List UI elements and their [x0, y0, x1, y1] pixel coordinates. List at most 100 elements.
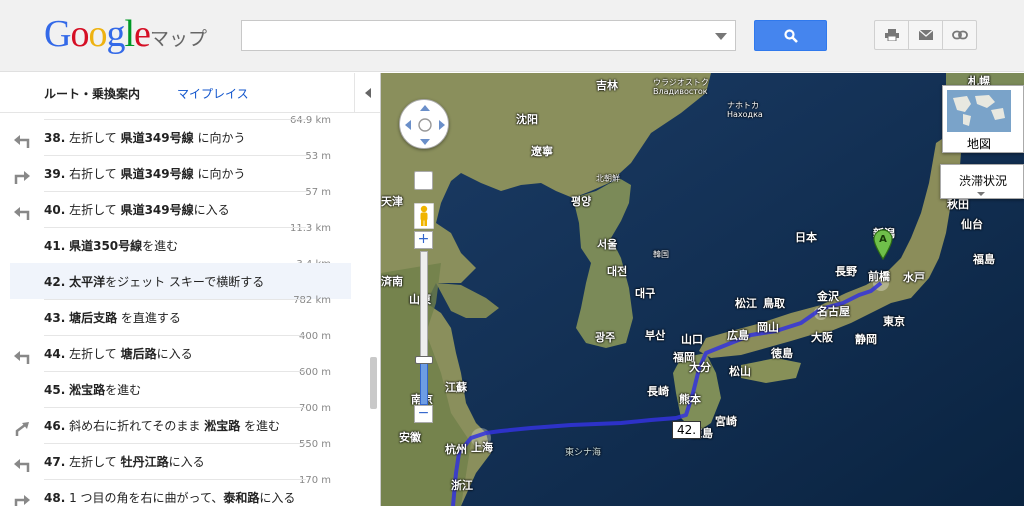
direction-step[interactable]: 38. 左折して 県道349号線 に向かう [0, 119, 351, 155]
map-place-label: 韓国 [653, 250, 669, 259]
step-bold: 県道349号線 [120, 131, 194, 145]
step-num: 38. [44, 131, 66, 145]
direction-step[interactable]: 42. 太平洋をジェット スキーで横断する [10, 263, 351, 299]
pan-control[interactable] [399, 99, 449, 149]
scrollbar-thumb[interactable] [370, 357, 377, 409]
step-post: に入る [259, 491, 296, 505]
map-place-label: 岡山 [757, 321, 779, 334]
map-place-label: 長崎 [647, 385, 669, 398]
direction-step[interactable]: 39. 右折して 県道349号線 に向かう [0, 155, 351, 191]
step-bold: 淞宝路 [69, 383, 106, 397]
step-num: 45. [44, 383, 66, 397]
map-type-control[interactable]: 地図 [942, 85, 1024, 153]
search-box[interactable] [241, 20, 736, 51]
step-pre: 左折して [69, 347, 121, 361]
tab-directions[interactable]: ルート・乗換案内 [44, 85, 140, 102]
marker-label: A [879, 234, 887, 245]
step-post: に向かう [193, 167, 246, 181]
direction-step[interactable]: 41. 県道350号線を進む [0, 227, 351, 263]
map-place-label: 名古屋 [817, 305, 850, 318]
map-place-label: 대전 [607, 265, 628, 278]
direction-step[interactable]: 47. 左折して 牡丹江路に入る [0, 443, 351, 479]
step-post: を進む [240, 419, 281, 433]
traffic-toggle[interactable]: 渋滞状況 [940, 164, 1024, 199]
step-bold: 塘后支路 [69, 311, 118, 325]
search-button[interactable] [754, 20, 827, 51]
link-button[interactable] [942, 20, 977, 50]
tab-my-places[interactable]: マイプレイス [177, 85, 249, 102]
pan-arrows-icon [405, 105, 445, 145]
logo-letter: e [134, 13, 151, 55]
step-bold: 泰和路 [223, 491, 260, 505]
map-place-label: 水戸 [903, 271, 925, 284]
print-button[interactable] [874, 20, 909, 50]
step-pre: 左折して [69, 131, 121, 145]
step-bold: 県道349号線 [120, 167, 194, 181]
mail-button[interactable] [908, 20, 943, 50]
reset-view-button[interactable] [414, 171, 433, 190]
map-place-label: 上海 [471, 441, 493, 454]
turn-left-icon [14, 349, 30, 364]
zoom-in-button[interactable]: + [414, 231, 433, 249]
map-place-label: 福島 [973, 253, 995, 266]
step-post: に入る [193, 203, 230, 217]
map-place-label: 東シナ海 [565, 448, 602, 458]
zoom-slider-handle[interactable] [415, 356, 433, 364]
google-logo[interactable]: Google [44, 13, 151, 55]
direction-step[interactable]: 48. 1 つ目の角を右に曲がって、泰和路に入る [0, 479, 351, 506]
scrollbar[interactable] [368, 113, 379, 506]
map-place-label: 沈阳 [516, 113, 538, 126]
route-start-marker[interactable]: A [872, 228, 894, 261]
route-step-label[interactable]: 42. [672, 421, 702, 439]
map-place-label: 北朝鮮 [596, 174, 620, 183]
print-icon [884, 29, 899, 41]
traffic-label: 渋滞状況 [959, 174, 1008, 188]
search-icon [784, 29, 798, 43]
blank-icon [14, 241, 30, 255]
map-place-label: 日本 [795, 231, 817, 244]
zoom-out-button[interactable]: − [414, 405, 433, 423]
map-place-label: 鳥取 [763, 297, 785, 310]
direction-step[interactable]: 45. 淞宝路を進む [0, 371, 351, 407]
step-text: 46. 斜め右に折れてそのまま 淞宝路 を進む [44, 417, 280, 434]
map-place-label: 金沢 [817, 290, 839, 303]
step-text: 39. 右折して 県道349号線 に向かう [44, 165, 245, 182]
map-place-label: 부산 [645, 329, 666, 342]
chevron-left-icon [364, 88, 371, 98]
step-text: 41. 県道350号線を進む [44, 237, 178, 254]
street-view-pegman[interactable] [413, 202, 435, 230]
header-bar: Google マップ [0, 0, 1024, 72]
map-place-label: 서울 [597, 238, 618, 251]
collapse-sidebar-button[interactable] [354, 73, 380, 113]
step-text: 48. 1 つ目の角を右に曲がって、泰和路に入る [44, 489, 295, 506]
map-place-label: 前橋 [868, 270, 890, 283]
step-post: をジェット スキーで横断する [105, 275, 265, 289]
zoom-level-fill [420, 361, 428, 405]
step-pre: 右折して [69, 167, 121, 181]
turn-slight-right-icon [14, 421, 30, 436]
chevron-down-icon[interactable] [715, 33, 727, 40]
step-pre: 1 つ目の角を右に曲がって、 [69, 491, 224, 505]
map-place-label: 松山 [729, 365, 751, 378]
map-canvas[interactable]: 吉林 ウラジオストク Владивосток ナホトカ Находка 札幌 沈阳 遼寧 北朝鮮… [381, 73, 1024, 506]
search-input[interactable] [248, 25, 703, 47]
step-num: 43. [44, 311, 66, 325]
logo-letter: o [88, 13, 107, 55]
map-place-label: 광주 [595, 331, 616, 344]
step-bold: 県道349号線 [120, 203, 194, 217]
direction-step[interactable]: 43. 塘后支路 を直進する [0, 299, 351, 335]
step-post: に入る [156, 347, 193, 361]
map-type-thumbnail [947, 90, 1011, 132]
map-place-label: Владивосток [653, 87, 708, 96]
logo-letter: g [106, 13, 125, 55]
step-bold: 太平洋 [69, 275, 106, 289]
direction-step[interactable]: 40. 左折して 県道349号線に入る [0, 191, 351, 227]
step-num: 46. [44, 419, 66, 433]
step-pre: 斜め右に折れてそのまま [69, 419, 205, 433]
direction-step[interactable]: 44. 左折して 塘后路に入る [0, 335, 351, 371]
map-place-label: 長野 [835, 265, 857, 278]
direction-step[interactable]: 46. 斜め右に折れてそのまま 淞宝路 を進む [0, 407, 351, 443]
step-text: 38. 左折して 県道349号線 に向かう [44, 129, 245, 146]
map-place-label: 安徽 [399, 431, 421, 444]
step-text: 47. 左折して 牡丹江路に入る [44, 453, 205, 470]
